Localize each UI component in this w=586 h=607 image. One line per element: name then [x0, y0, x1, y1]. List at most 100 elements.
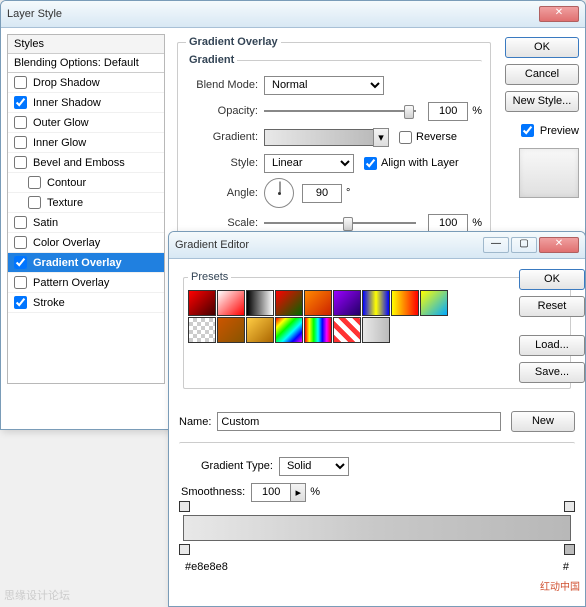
gradient-dropdown[interactable]: ▾	[373, 128, 389, 147]
opacity-label: Opacity:	[186, 105, 258, 117]
preset-swatch-12[interactable]	[275, 317, 303, 343]
new-gradient-button[interactable]: New	[511, 411, 575, 432]
style-item-outer-glow[interactable]: Outer Glow	[8, 113, 164, 133]
style-label: Color Overlay	[33, 237, 100, 249]
style-item-texture[interactable]: Texture	[8, 193, 164, 213]
ge-reset-button[interactable]: Reset	[519, 296, 585, 317]
name-input[interactable]	[217, 412, 501, 431]
style-item-contour[interactable]: Contour	[8, 173, 164, 193]
preset-swatch-7[interactable]	[391, 290, 419, 316]
style-item-gradient-overlay[interactable]: Gradient Overlay	[8, 253, 164, 273]
name-label: Name:	[179, 416, 211, 428]
presets-label: Presets	[188, 271, 231, 283]
style-checkbox[interactable]	[28, 176, 41, 189]
style-item-bevel-and-emboss[interactable]: Bevel and Emboss	[8, 153, 164, 173]
blend-mode-label: Blend Mode:	[186, 79, 258, 91]
blending-options[interactable]: Blending Options: Default	[8, 54, 164, 73]
align-checkbox[interactable]	[364, 157, 377, 170]
ge-load-button[interactable]: Load...	[519, 335, 585, 356]
scale-label: Scale:	[186, 217, 258, 229]
style-item-color-overlay[interactable]: Color Overlay	[8, 233, 164, 253]
watermark: 红动中国	[540, 578, 580, 593]
style-item-inner-shadow[interactable]: Inner Shadow	[8, 93, 164, 113]
ge-ok-button[interactable]: OK	[519, 269, 585, 290]
opacity-stop-left[interactable]	[179, 501, 190, 512]
type-select[interactable]: Solid	[279, 457, 349, 476]
preset-swatch-5[interactable]	[333, 290, 361, 316]
cancel-button[interactable]: Cancel	[505, 64, 579, 85]
preview-checkbox[interactable]	[521, 124, 534, 137]
angle-value[interactable]	[302, 184, 342, 203]
preset-swatch-14[interactable]	[333, 317, 361, 343]
style-checkbox[interactable]	[14, 116, 27, 129]
style-label: Contour	[47, 177, 86, 189]
style-label: Satin	[33, 217, 58, 229]
minimize-button[interactable]: ―	[483, 237, 509, 253]
ge-titlebar: Gradient Editor ― ▢ ✕	[169, 232, 585, 259]
preset-swatch-2[interactable]	[246, 290, 274, 316]
preset-swatch-4[interactable]	[304, 290, 332, 316]
ge-close-button[interactable]: ✕	[539, 237, 579, 253]
hex-left: #e8e8e8	[185, 561, 228, 573]
gradient-bar[interactable]	[183, 515, 571, 541]
style-label: Style:	[186, 157, 258, 169]
preset-swatches	[188, 287, 448, 346]
close-button[interactable]: ✕	[539, 6, 579, 22]
preset-swatch-10[interactable]	[217, 317, 245, 343]
smooth-dropdown[interactable]: ▸	[290, 483, 306, 502]
window-title: Layer Style	[7, 8, 537, 20]
scale-slider[interactable]	[264, 214, 422, 232]
preview-thumbnail	[519, 148, 579, 198]
style-item-stroke[interactable]: Stroke	[8, 293, 164, 313]
gradient-editor-window: Gradient Editor ― ▢ ✕ Presets ▸ OK Reset…	[168, 231, 586, 607]
style-checkbox[interactable]	[14, 136, 27, 149]
preset-swatch-3[interactable]	[275, 290, 303, 316]
smooth-value[interactable]	[251, 483, 291, 502]
style-checkbox[interactable]	[14, 236, 27, 249]
style-checkbox[interactable]	[28, 196, 41, 209]
style-select[interactable]: Linear	[264, 154, 354, 173]
color-stop-left[interactable]	[179, 544, 190, 555]
gradient-label: Gradient:	[186, 131, 258, 143]
new-style-button[interactable]: New Style...	[505, 91, 579, 112]
gradient-preview[interactable]	[264, 129, 374, 146]
style-checkbox[interactable]	[14, 296, 27, 309]
preset-swatch-15[interactable]	[362, 317, 390, 343]
preset-swatch-6[interactable]	[362, 290, 390, 316]
ok-button[interactable]: OK	[505, 37, 579, 58]
presets-fieldset: Presets ▸	[183, 271, 571, 389]
preset-swatch-11[interactable]	[246, 317, 274, 343]
angle-dial[interactable]	[264, 178, 294, 208]
style-checkbox[interactable]	[14, 276, 27, 289]
styles-header: Styles	[8, 35, 164, 54]
style-checkbox[interactable]	[14, 216, 27, 229]
opacity-stop-right[interactable]	[564, 501, 575, 512]
style-label: Pattern Overlay	[33, 277, 109, 289]
watermark2: 思缘设计论坛	[4, 587, 70, 603]
opacity-value[interactable]	[428, 102, 468, 121]
style-item-pattern-overlay[interactable]: Pattern Overlay	[8, 273, 164, 293]
style-checkbox[interactable]	[14, 156, 27, 169]
style-item-drop-shadow[interactable]: Drop Shadow	[8, 73, 164, 93]
style-item-inner-glow[interactable]: Inner Glow	[8, 133, 164, 153]
titlebar: Layer Style ✕	[1, 1, 585, 28]
color-stop-right[interactable]	[564, 544, 575, 555]
blend-mode-select[interactable]: Normal	[264, 76, 384, 95]
preset-swatch-13[interactable]	[304, 317, 332, 343]
ge-save-button[interactable]: Save...	[519, 362, 585, 383]
preset-swatch-1[interactable]	[217, 290, 245, 316]
scale-value[interactable]	[428, 214, 468, 233]
style-checkbox[interactable]	[14, 76, 27, 89]
preset-swatch-8[interactable]	[420, 290, 448, 316]
style-checkbox[interactable]	[14, 256, 27, 269]
style-checkbox[interactable]	[14, 96, 27, 109]
style-label: Inner Glow	[33, 137, 86, 149]
maximize-button[interactable]: ▢	[511, 237, 537, 253]
style-item-satin[interactable]: Satin	[8, 213, 164, 233]
preset-swatch-9[interactable]	[188, 317, 216, 343]
reverse-checkbox[interactable]	[399, 131, 412, 144]
opacity-slider[interactable]	[264, 102, 422, 120]
preset-swatch-0[interactable]	[188, 290, 216, 316]
style-label: Gradient Overlay	[33, 257, 122, 269]
gradient-overlay-fieldset: Gradient Overlay Gradient Blend Mode: No…	[177, 36, 491, 245]
